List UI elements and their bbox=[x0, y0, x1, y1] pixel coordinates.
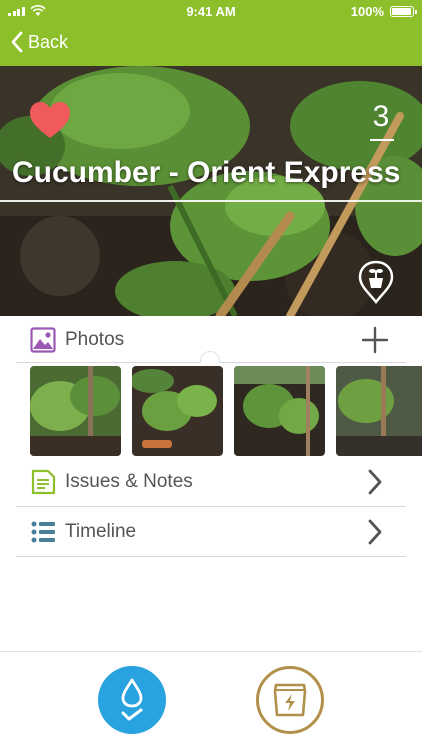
plant-hero: 3 Cucumber - Orient Express bbox=[0, 66, 422, 316]
plant-count: 3 bbox=[372, 100, 390, 133]
battery-percent: 100% bbox=[350, 4, 384, 19]
bottom-action-bar bbox=[0, 651, 422, 750]
plant-pin-icon[interactable] bbox=[358, 260, 394, 304]
count-underline bbox=[370, 139, 394, 141]
photos-label: Photos bbox=[65, 329, 125, 350]
photo-thumbnail-3[interactable] bbox=[234, 366, 325, 456]
add-photo-button[interactable] bbox=[360, 325, 390, 355]
issues-notes-label: Issues & Notes bbox=[65, 471, 193, 492]
back-button[interactable]: Back bbox=[10, 30, 68, 54]
title-divider bbox=[0, 200, 422, 202]
chevron-right-icon bbox=[368, 469, 382, 495]
water-button[interactable] bbox=[98, 666, 166, 734]
photo-strip[interactable] bbox=[30, 366, 422, 458]
issues-notes-row[interactable]: Issues & Notes bbox=[16, 458, 406, 507]
plant-name: Cucumber - Orient Express bbox=[12, 156, 401, 189]
timeline-row[interactable]: Timeline bbox=[16, 507, 406, 557]
photo-thumbnail-2[interactable] bbox=[132, 366, 223, 456]
chevron-right-icon bbox=[368, 519, 382, 544]
chevron-left-icon bbox=[11, 31, 23, 53]
header: 9:41 AM 100% Back bbox=[0, 0, 422, 66]
heart-icon[interactable] bbox=[28, 100, 72, 140]
plus-icon bbox=[361, 326, 389, 354]
note-icon bbox=[31, 469, 56, 495]
status-right: 100% bbox=[350, 4, 417, 19]
fertilizer-bag-icon bbox=[273, 683, 307, 717]
image-icon bbox=[30, 327, 56, 353]
nav-bar: Back bbox=[0, 22, 422, 66]
battery-icon bbox=[390, 6, 417, 17]
timeline-chevron bbox=[360, 517, 390, 547]
fertilize-button[interactable] bbox=[256, 666, 324, 734]
photo-thumbnail-4[interactable] bbox=[336, 366, 422, 456]
photo-thumbnail-1[interactable] bbox=[30, 366, 121, 456]
issues-chevron bbox=[360, 467, 390, 497]
timeline-label: Timeline bbox=[65, 520, 137, 542]
water-drop-check-icon bbox=[121, 678, 143, 721]
back-label: Back bbox=[28, 31, 69, 52]
status-bar: 9:41 AM 100% bbox=[0, 0, 422, 22]
list-icon bbox=[31, 521, 55, 542]
